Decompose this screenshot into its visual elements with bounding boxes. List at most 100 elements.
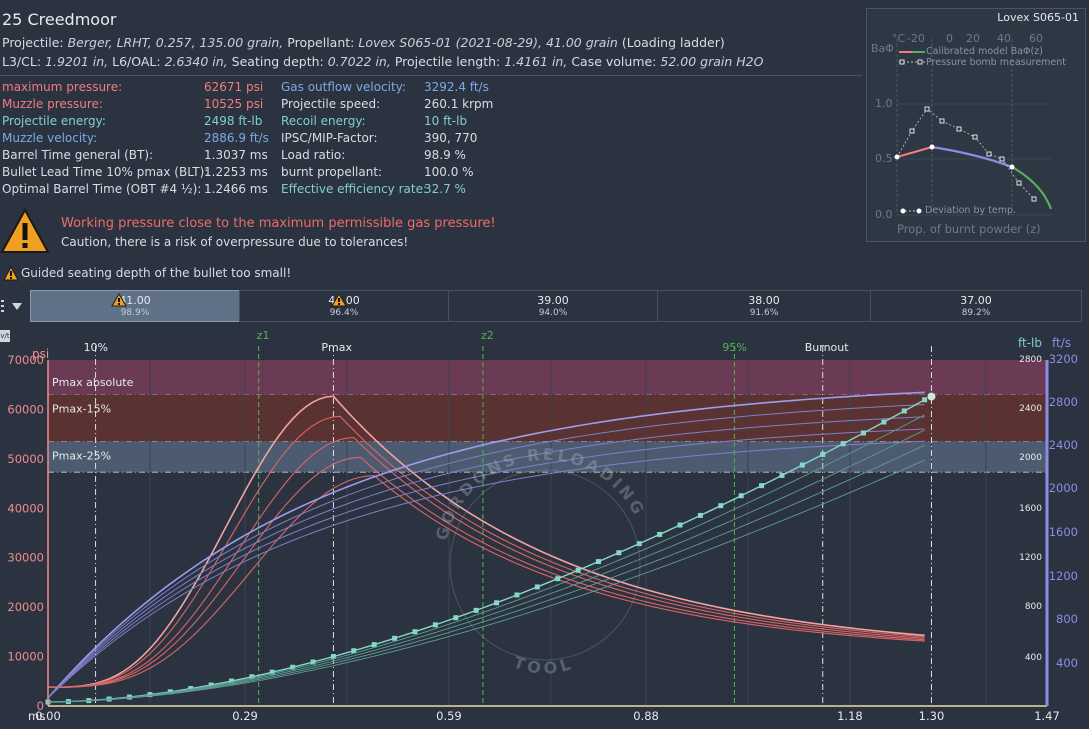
loading-ladder-label: (Loading ladder) xyxy=(621,35,725,50)
x-axis-unit: ms xyxy=(28,709,45,723)
velocity-axis-label: ft/s xyxy=(1052,336,1071,350)
mini-x-label: Prop. of burnt powder (z) xyxy=(897,222,1041,236)
ladder-tab-38[interactable]: 38.00 91.6% xyxy=(657,290,871,322)
warning-small-icon xyxy=(3,266,19,281)
projectile-info-line: Projectile: Berger, LRHT, 0.257, 135.00 … xyxy=(2,35,725,50)
warning-icon xyxy=(111,293,127,307)
energy-point xyxy=(494,600,500,606)
energy-point xyxy=(759,483,765,489)
metric-muzzle-velocity-value: 2886.9 ft/s xyxy=(204,131,269,145)
end-point xyxy=(927,392,936,401)
velocity-tick-label: 2800 xyxy=(1049,395,1078,409)
tab-percent: 91.6% xyxy=(749,308,779,318)
warning-title: Working pressure close to the maximum pe… xyxy=(61,216,496,231)
velocity-tick-label: 2400 xyxy=(1049,438,1078,452)
view-toggle-button[interactable]: v/t xyxy=(0,330,10,342)
mini-y-tick: 0.5 xyxy=(875,152,893,165)
y-axis-label: psi xyxy=(32,347,49,361)
energy-point xyxy=(392,635,398,641)
y-tick-label: 50000 xyxy=(7,452,44,466)
projectile-label: Projectile: xyxy=(2,35,64,50)
velocity-tick-label: 800 xyxy=(1056,612,1078,626)
marker-label: 95% xyxy=(722,341,746,354)
y-tick-label: 60000 xyxy=(7,402,44,416)
l6oal-label: L6/OAL: xyxy=(112,54,161,69)
velocity-tick-label: 400 xyxy=(1056,656,1078,670)
energy-point xyxy=(861,430,867,436)
metric-barrel-time-label: Barrel Time general (BT): xyxy=(2,148,154,162)
menu-button[interactable] xyxy=(0,296,28,316)
ladder-tab-41[interactable]: 41.00 98.9% xyxy=(30,290,240,322)
x-tick-label: 0.88 xyxy=(633,709,659,723)
marker-label: z2 xyxy=(481,329,494,342)
temp-tick: 60 xyxy=(1029,32,1043,45)
seating-depth-label: Seating depth: xyxy=(231,54,324,69)
mini-chart-title: Lovex S065-01 xyxy=(997,11,1079,24)
y-tick-label: 20000 xyxy=(7,600,44,614)
metric-obt-label: Optimal Barrel Time (OBT #4 ½): xyxy=(2,182,202,196)
energy-point xyxy=(616,550,622,556)
projectile-length-label: Projectile length: xyxy=(394,54,501,69)
watermark-bottom-text: TOOL xyxy=(511,653,576,678)
energy-point xyxy=(371,642,377,648)
metric-load-ratio-value: 98.9 % xyxy=(424,148,466,162)
energy-point xyxy=(412,629,418,635)
energy-point xyxy=(840,441,846,447)
metric-burnt-propellant-label: burnt propellant: xyxy=(281,165,383,179)
ballistics-chart: Pmax absolute Pmax-15% Pmax-25% 10% z1 Pmax z… xyxy=(7,329,1078,723)
propellant-value: Lovex S065-01 (2021-08-29), 41.00 grain xyxy=(358,35,618,50)
energy-point xyxy=(697,512,703,518)
metric-blt-value: 1.2253 ms xyxy=(204,165,268,179)
metric-gas-outflow-value: 3292.4 ft/s xyxy=(424,80,489,94)
loading-ladder-tabs: 41.00 98.9% 40.00 96.4% 39.00 94.0% 38.0… xyxy=(30,290,1082,322)
l3cl-label: L3/CL: xyxy=(2,54,42,69)
ladder-tab-39[interactable]: 39.00 94.0% xyxy=(448,290,658,322)
tab-charge: 41.00 xyxy=(119,294,151,307)
energy-curve xyxy=(47,459,925,703)
y-tick-label: 40000 xyxy=(7,501,44,515)
velocity-tick-label: 1600 xyxy=(1049,525,1078,539)
velocity-tick-label: 2000 xyxy=(1049,481,1078,495)
metric-muzzle-pressure-value: 10525 psi xyxy=(204,97,264,111)
energy-point xyxy=(677,522,683,528)
metric-burnt-propellant-value: 100.0 % xyxy=(424,165,474,179)
energy-tick-label: 800 xyxy=(1025,602,1042,612)
l3cl-value: 1.9201 in, xyxy=(45,54,109,69)
dimensions-info-line: L3/CL: 1.9201 in, L6/OAL: 2.6340 in, Sea… xyxy=(2,54,763,69)
temp-tick: 40 xyxy=(997,32,1011,45)
metric-obt-value: 1.2466 ms xyxy=(204,182,268,196)
x-tick-label: 0.29 xyxy=(232,709,258,723)
tab-percent: 94.0% xyxy=(538,308,568,318)
list-icon xyxy=(1,300,22,312)
tab-charge: 39.00 xyxy=(537,294,569,307)
x-tick-label: 1.47 xyxy=(1034,709,1060,723)
marker-label: z1 xyxy=(257,329,270,342)
mini-y-label: BaΦ xyxy=(871,42,894,55)
metric-projectile-energy-label: Projectile energy: xyxy=(2,114,106,128)
metric-blt-label: Bullet Lead Time 10% pmax (BLT): xyxy=(2,165,209,179)
mini-y-tick: 1.0 xyxy=(875,97,893,110)
metric-ipsc-value: 390, 770 xyxy=(424,131,478,145)
metric-max-pressure-value: 62671 psi xyxy=(204,80,264,94)
ladder-tab-37[interactable]: 37.00 89.2% xyxy=(870,290,1082,322)
x-tick-label: 0.59 xyxy=(436,709,462,723)
metric-muzzle-pressure-label: Muzzle pressure: xyxy=(2,97,103,111)
energy-tick-label: 2000 xyxy=(1019,453,1042,463)
energy-point xyxy=(453,615,459,621)
tab-percent: 98.9% xyxy=(120,308,150,318)
energy-tick-label: 400 xyxy=(1025,653,1042,663)
energy-point xyxy=(555,576,561,582)
ladder-tab-40[interactable]: 40.00 96.4% xyxy=(239,290,449,322)
tab-percent: 96.4% xyxy=(329,308,359,318)
case-volume-value: 52.00 grain H2O xyxy=(660,54,764,69)
tab-percent: 89.2% xyxy=(961,308,991,318)
velocity-tick-label: 3200 xyxy=(1049,352,1078,366)
propellant-label: Propellant: xyxy=(287,35,355,50)
marker-label: Burnout xyxy=(805,341,850,354)
energy-point xyxy=(799,462,805,468)
temp-tick: 0 xyxy=(946,32,953,45)
metric-efficiency-value: 32.7 % xyxy=(424,182,466,196)
marker-label: 10% xyxy=(84,341,108,354)
projectile-length-value: 1.4161 in, xyxy=(504,54,568,69)
energy-tick-label: 1600 xyxy=(1019,504,1042,514)
